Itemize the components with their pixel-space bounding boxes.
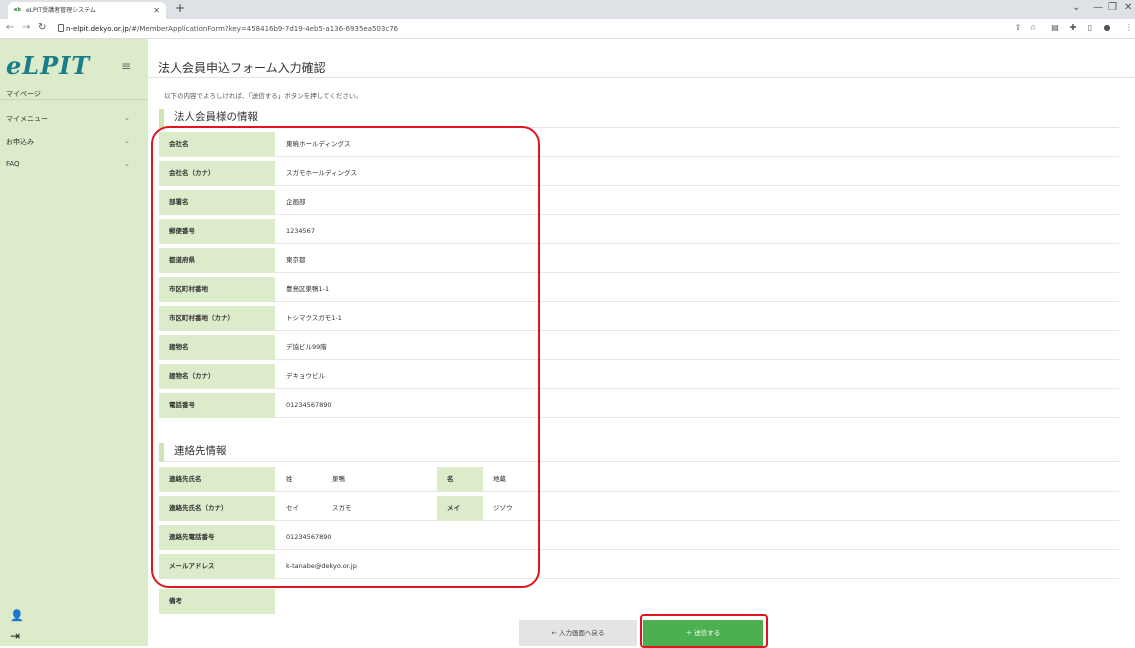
field-value: デキョウビル	[286, 372, 325, 380]
close-window-icon[interactable]: ✕	[1124, 2, 1132, 13]
mei-label: 名	[437, 467, 483, 492]
reload-icon[interactable]: ↻	[38, 22, 46, 33]
chevron-down-icon: ⌄	[124, 160, 130, 168]
field-label: 連絡先電話番号	[159, 525, 275, 550]
page-title: 法人会員申込フォーム入力確認	[158, 61, 326, 75]
sei-kana-label: セイ	[286, 504, 299, 512]
mei-value: 地蔵	[493, 475, 506, 483]
translate-extension-icon[interactable]: ▤	[1050, 23, 1060, 34]
field-label: 郵便番号	[159, 219, 275, 244]
sidebar-item-application[interactable]: お申込み ⌄	[6, 137, 138, 149]
instruction-text: 以下の内容でよろしければ、「送信する」ボタンを押してください。	[164, 92, 362, 100]
back-to-input-button[interactable]: ← 入力画面へ戻る	[519, 620, 637, 646]
share-icon[interactable]: ⇪	[1013, 23, 1023, 34]
field-value: 企画部	[286, 198, 306, 206]
forward-arrow-icon[interactable]: →	[22, 22, 30, 33]
field-value: k-tanabe@dekyo.or.jp	[286, 562, 357, 570]
sidebar: eLPIT ≡ マイページ マイメニュー ⌄ お申込み ⌄ FAQ ⌄ 👤 ⇥	[0, 39, 148, 646]
field-label: メールアドレス	[159, 554, 275, 579]
table-row: メールアドレス k-tanabe@dekyo.or.jp	[159, 550, 1119, 579]
mei-kana-label: メイ	[437, 496, 483, 521]
sidebar-item-label: お申込み	[6, 138, 34, 146]
minimize-icon[interactable]: —	[1093, 2, 1103, 13]
site-favicon-icon: eb	[14, 7, 21, 13]
send-button[interactable]: ＋ 送信する	[643, 620, 763, 646]
field-label: 建物名	[159, 335, 275, 360]
sei-label: 姓	[286, 475, 293, 483]
table-row: 連絡先氏名 姓 巣鴨 名 地蔵	[159, 463, 1119, 492]
table-row: 市区町村番地 豊島区巣鴨1-1	[159, 273, 1119, 302]
main-content: 法人会員申込フォーム入力確認 以下の内容でよろしければ、「送信する」ボタンを押し…	[148, 39, 1135, 646]
field-value: トシマクスガモ1-1	[286, 314, 342, 322]
lock-icon[interactable]	[58, 24, 64, 32]
table-row: 連絡先電話番号 01234567890	[159, 521, 1119, 550]
sei-value: 巣鴨	[332, 475, 345, 483]
back-arrow-icon[interactable]: ←	[6, 22, 14, 33]
browser-tab-bar: eb eLPIT受講者管理システム ✕ + ⌄ — ❐ ✕	[0, 0, 1135, 19]
sidebar-mypage-link[interactable]: マイページ	[6, 89, 41, 99]
table-row: 市区町村番地（カナ） トシマクスガモ1-1	[159, 302, 1119, 331]
field-label: 連絡先氏名	[159, 467, 275, 492]
company-section-heading: 法人会員様の情報	[159, 109, 1119, 128]
extensions-puzzle-icon[interactable]: ✚	[1068, 23, 1078, 34]
sidebar-item-faq[interactable]: FAQ ⌄	[6, 160, 138, 172]
tab-search-icon[interactable]: ⌄	[1072, 2, 1080, 13]
sidebar-item-label: マイメニュー	[6, 115, 48, 123]
table-row: 建物名（カナ） デキョウビル	[159, 360, 1119, 389]
title-divider	[148, 77, 1135, 78]
browser-tab[interactable]: eb eLPIT受講者管理システム ✕	[8, 2, 166, 19]
table-row: 郵便番号 1234567	[159, 215, 1119, 244]
table-row: 備考	[159, 585, 1119, 614]
field-value: 1234567	[286, 227, 315, 235]
hamburger-menu-icon[interactable]: ≡	[121, 59, 131, 73]
field-label: 備考	[159, 589, 275, 614]
field-label: 部署名	[159, 190, 275, 215]
field-value: 01234567890	[286, 533, 332, 541]
table-row: 連絡先氏名（カナ） セイ スガモ メイ ジゾウ	[159, 492, 1119, 521]
table-row: 会社名 東暁ホールディングス	[159, 128, 1119, 157]
logout-icon[interactable]: ⇥	[10, 629, 20, 643]
table-row: 建物名 デ協ビル99階	[159, 331, 1119, 360]
table-row: 部署名 企画部	[159, 186, 1119, 215]
field-label: 都道府県	[159, 248, 275, 273]
user-icon[interactable]: 👤	[10, 609, 24, 622]
table-row: 都道府県 東京都	[159, 244, 1119, 273]
url-path: /#/MemberApplicationForm?key=458416b9-7d…	[128, 25, 399, 33]
profile-avatar-icon[interactable]: ●	[1102, 23, 1112, 34]
sidebar-item-label: FAQ	[6, 160, 20, 168]
field-value: 豊島区巣鴨1-1	[286, 285, 330, 293]
restore-icon[interactable]: ❐	[1108, 2, 1117, 13]
field-value: 東暁ホールディングス	[286, 140, 351, 148]
contact-section-heading: 連絡先情報	[159, 443, 1119, 462]
field-label: 市区町村番地（カナ）	[159, 306, 275, 331]
field-value: 東京都	[286, 256, 306, 264]
sidebar-divider	[0, 99, 148, 100]
url-field[interactable]: n-elpit.dekyo.or.jp/#/MemberApplicationF…	[66, 21, 1066, 37]
sidebar-item-my-menu[interactable]: マイメニュー ⌄	[6, 114, 138, 126]
address-bar: ← → ↻ n-elpit.dekyo.or.jp/#/MemberApplic…	[0, 19, 1135, 39]
side-panel-icon[interactable]: ▯	[1085, 23, 1095, 34]
close-tab-icon[interactable]: ✕	[153, 2, 160, 19]
new-tab-icon[interactable]: +	[175, 1, 185, 15]
field-value: スガモホールディングス	[286, 169, 358, 177]
elpit-logo[interactable]: eLPIT	[6, 51, 90, 80]
bookmark-star-icon[interactable]: ☆	[1028, 23, 1038, 34]
chevron-down-icon: ⌄	[124, 114, 130, 122]
field-label: 会社名	[159, 132, 275, 157]
field-label: 市区町村番地	[159, 277, 275, 302]
field-label: 電話番号	[159, 393, 275, 418]
sei-kana-value: スガモ	[332, 504, 352, 512]
field-label: 連絡先氏名（カナ）	[159, 496, 275, 521]
field-value: 01234567890	[286, 401, 332, 409]
field-value: デ協ビル99階	[286, 343, 327, 351]
mei-kana-value: ジゾウ	[493, 504, 513, 512]
field-label: 建物名（カナ）	[159, 364, 275, 389]
field-label: 会社名（カナ）	[159, 161, 275, 186]
tab-title: eLPIT受講者管理システム	[26, 7, 96, 14]
url-domain: n-elpit.dekyo.or.jp	[66, 25, 129, 33]
table-row: 会社名（カナ） スガモホールディングス	[159, 157, 1119, 186]
browser-menu-icon[interactable]: ⋮	[1124, 23, 1134, 34]
table-row: 電話番号 01234567890	[159, 389, 1119, 418]
chevron-down-icon: ⌄	[124, 137, 130, 145]
